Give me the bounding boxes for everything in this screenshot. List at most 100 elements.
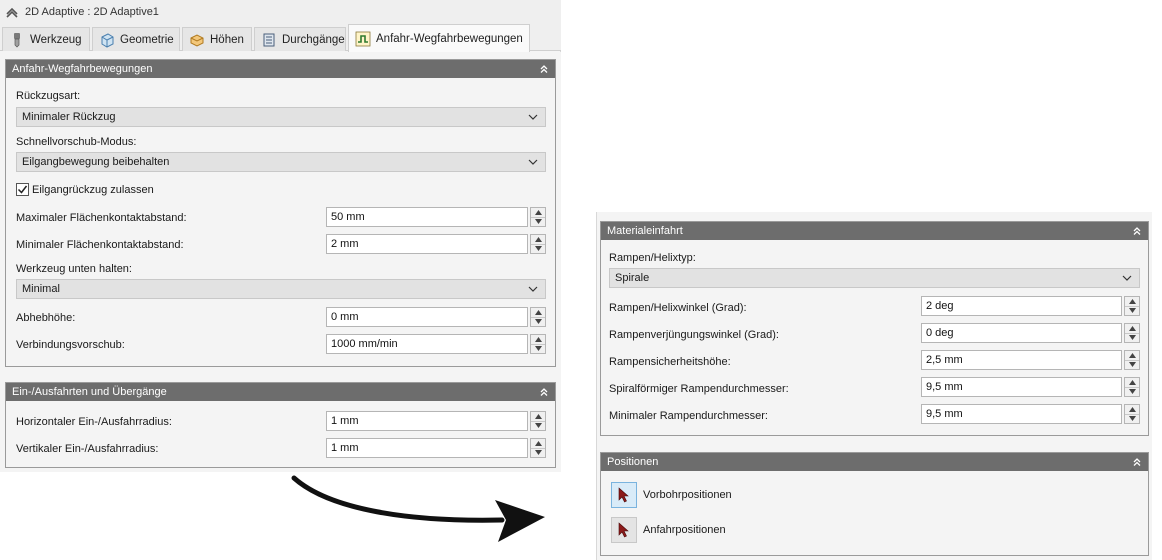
min-ramp-diameter-spinner[interactable]: 9,5 mm <box>921 404 1140 424</box>
spin-down-icon[interactable] <box>531 316 545 327</box>
spin-up-icon[interactable] <box>1125 324 1139 333</box>
allow-rapid-checkbox[interactable]: Eilgangrückzug zulassen <box>16 183 154 196</box>
rapid-value: Eilgangbewegung beibehalten <box>22 156 170 168</box>
min-contact-spinner[interactable]: 2 mm <box>326 234 546 254</box>
ramp-clearance-spinner[interactable]: 2,5 mm <box>921 350 1140 370</box>
retract-dropdown[interactable]: Minimaler Rückzug <box>16 107 546 127</box>
spin-up-icon[interactable] <box>531 208 545 217</box>
adaptive-icon <box>6 7 18 18</box>
tab-label: Werkzeug <box>30 33 82 46</box>
spin-up-icon[interactable] <box>531 439 545 448</box>
cam-operation-dialog: 2D Adaptive : 2D Adaptive1 Werkzeug Geom… <box>0 0 561 472</box>
spin-down-icon[interactable] <box>1125 359 1139 370</box>
predrill-positions-button[interactable] <box>611 482 637 508</box>
ramp-taper-label: Rampenverjüngungswinkel (Grad): <box>609 329 779 341</box>
pointer-icon <box>618 522 629 538</box>
lift-label: Abhebhöhe: <box>16 312 76 324</box>
ramp-clearance-label: Rampensicherheitshöhe: <box>609 356 731 368</box>
tab-label: Anfahr-Wegfahrbewegungen <box>376 32 523 45</box>
linking-section-header[interactable]: Anfahr-Wegfahrbewegungen <box>6 60 555 78</box>
link-feed-spinner[interactable]: 1000 mm/min <box>326 334 546 354</box>
heights-icon <box>190 33 204 47</box>
collapse-icon[interactable] <box>1132 226 1142 236</box>
ramp-angle-spinner[interactable]: 2 deg <box>921 296 1140 316</box>
spiral-diameter-input[interactable]: 9,5 mm <box>921 377 1122 397</box>
chevron-down-icon <box>1122 275 1132 281</box>
chevron-down-icon <box>528 286 538 292</box>
link-feed-input[interactable]: 1000 mm/min <box>326 334 528 354</box>
min-contact-input[interactable]: 2 mm <box>326 234 528 254</box>
chevron-down-icon <box>528 159 538 165</box>
max-contact-spinner[interactable]: 50 mm <box>326 207 546 227</box>
lift-spinner[interactable]: 0 mm <box>326 307 546 327</box>
tool-icon <box>14 32 20 47</box>
horiz-radius-spinner[interactable]: 1 mm <box>326 411 546 431</box>
spin-down-icon[interactable] <box>1125 413 1139 424</box>
keep-down-dropdown[interactable]: Minimal <box>16 279 546 299</box>
spiral-diameter-spinner[interactable]: 9,5 mm <box>921 377 1140 397</box>
tab-durchgaenge[interactable]: Durchgänge <box>254 27 346 51</box>
section-title: Materialeinfahrt <box>607 225 683 237</box>
spin-up-icon[interactable] <box>1125 297 1139 306</box>
rapid-mode-dropdown[interactable]: Eilgangbewegung beibehalten <box>16 152 546 172</box>
continuation-arrow-icon <box>291 475 545 542</box>
positions-section: Positionen <box>600 452 1149 556</box>
collapse-icon[interactable] <box>539 64 549 74</box>
spin-up-icon[interactable] <box>531 412 545 421</box>
tab-anfahr-wegfahrbewegungen[interactable]: Anfahr-Wegfahrbewegungen <box>348 24 530 52</box>
dialog-title: 2D Adaptive : 2D Adaptive1 <box>25 6 159 18</box>
ramp-angle-input[interactable]: 2 deg <box>921 296 1122 316</box>
vert-radius-spinner[interactable]: 1 mm <box>326 438 546 458</box>
retract-label: Rückzugsart: <box>16 90 81 102</box>
keep-down-label: Werkzeug unten halten: <box>16 263 132 275</box>
min-contact-label: Minimaler Flächenkontaktabstand: <box>16 239 184 251</box>
checkbox-box[interactable] <box>16 183 29 196</box>
positions-section-header[interactable]: Positionen <box>601 453 1148 471</box>
spin-up-icon[interactable] <box>1125 378 1139 387</box>
spin-down-icon[interactable] <box>531 447 545 458</box>
ramp-type-label: Rampen/Helixtyp: <box>609 252 696 264</box>
tab-geometrie[interactable]: Geometrie <box>92 27 180 51</box>
ramp-type-dropdown[interactable]: Spirale <box>609 268 1140 288</box>
spin-up-icon[interactable] <box>1125 405 1139 414</box>
max-contact-label: Maximaler Flächenkontaktabstand: <box>16 212 187 224</box>
spin-down-icon[interactable] <box>1125 386 1139 397</box>
tab-bar: Werkzeug Geometrie Höhen Durchgänge Anfa… <box>0 24 561 52</box>
chevron-down-icon <box>528 114 538 120</box>
spin-up-icon[interactable] <box>1125 351 1139 360</box>
collapse-icon[interactable] <box>1132 457 1142 467</box>
collapse-icon[interactable] <box>539 387 549 397</box>
tab-label: Durchgänge <box>282 33 345 46</box>
spin-down-icon[interactable] <box>1125 305 1139 316</box>
checkmark-icon <box>17 185 28 194</box>
predrill-positions-label: Vorbohrpositionen <box>643 489 732 501</box>
spin-up-icon[interactable] <box>531 235 545 244</box>
ramp-angle-label: Rampen/Helixwinkel (Grad): <box>609 302 747 314</box>
ramp-clearance-input[interactable]: 2,5 mm <box>921 350 1122 370</box>
spin-up-icon[interactable] <box>531 335 545 344</box>
spin-down-icon[interactable] <box>531 216 545 227</box>
retract-value: Minimaler Rückzug <box>22 111 116 123</box>
spin-down-icon[interactable] <box>531 343 545 354</box>
spin-up-icon[interactable] <box>531 308 545 317</box>
allow-rapid-label: Eilgangrückzug zulassen <box>32 183 154 196</box>
leads-section-header[interactable]: Ein-/Ausfahrten und Übergänge <box>6 383 555 401</box>
geometry-icon <box>101 32 114 48</box>
lift-input[interactable]: 0 mm <box>326 307 528 327</box>
tab-werkzeug[interactable]: Werkzeug <box>2 27 90 51</box>
spin-down-icon[interactable] <box>531 420 545 431</box>
min-ramp-diameter-input[interactable]: 9,5 mm <box>921 404 1122 424</box>
spin-down-icon[interactable] <box>1125 332 1139 343</box>
max-contact-input[interactable]: 50 mm <box>326 207 528 227</box>
horiz-radius-input[interactable]: 1 mm <box>326 411 528 431</box>
dialog-titlebar: 2D Adaptive : 2D Adaptive1 <box>0 0 561 24</box>
spin-down-icon[interactable] <box>531 243 545 254</box>
vert-radius-input[interactable]: 1 mm <box>326 438 528 458</box>
ramp-taper-input[interactable]: 0 deg <box>921 323 1122 343</box>
ramp-section-header[interactable]: Materialeinfahrt <box>601 222 1148 240</box>
tab-label: Geometrie <box>120 33 174 46</box>
ramp-taper-spinner[interactable]: 0 deg <box>921 323 1140 343</box>
entry-positions-button[interactable] <box>611 517 637 543</box>
tab-hoehen[interactable]: Höhen <box>182 27 252 51</box>
entry-positions-label: Anfahrpositionen <box>643 524 726 536</box>
